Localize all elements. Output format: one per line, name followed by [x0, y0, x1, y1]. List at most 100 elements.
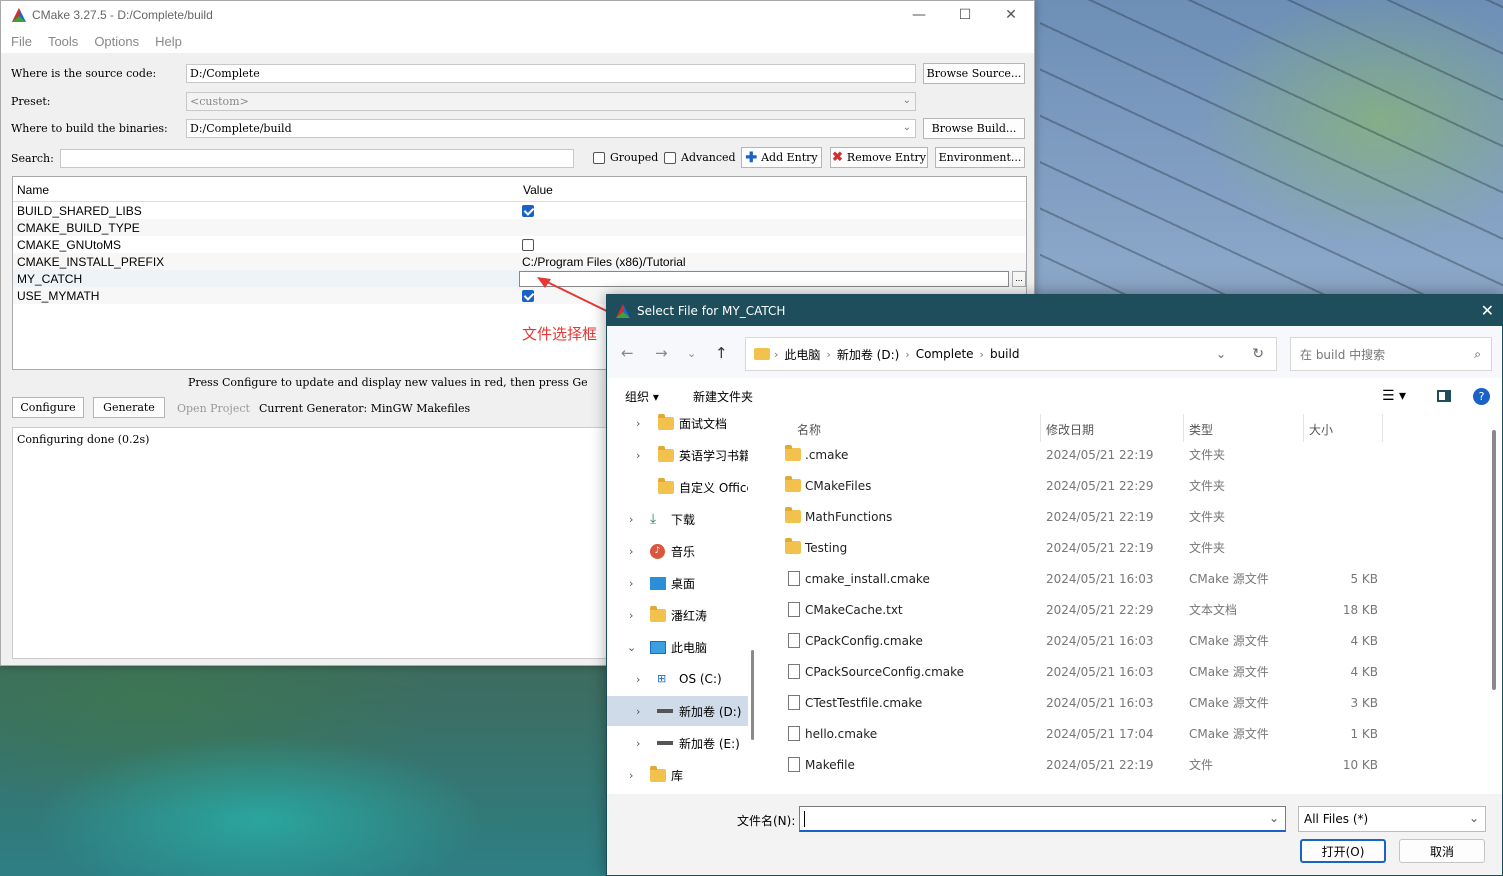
chevron-down-icon[interactable]: ⌄ [1269, 811, 1279, 825]
chevron-right-icon[interactable]: › [629, 609, 633, 622]
refresh-icon[interactable]: ↻ [1252, 346, 1264, 362]
new-folder-button[interactable]: 新建文件夹 [693, 388, 753, 405]
search-box[interactable]: 在 build 中搜索 ⌕ [1290, 337, 1492, 371]
tree-item-custom-office[interactable]: 自定义 Office [607, 472, 748, 502]
tree-item-drive-d[interactable]: › 新加卷 (D:) [607, 696, 748, 726]
build-input[interactable]: D:/Complete/build ⌄ [186, 119, 916, 138]
file-row[interactable]: hello.cmake 2024/05/21 17:04 CMake 源文件 1… [763, 718, 1488, 749]
column-name[interactable]: Name [13, 183, 519, 201]
remove-entry-button[interactable]: ✖ Remove Entry [830, 147, 928, 168]
tree-item-desktop[interactable]: › 桌面 [607, 568, 748, 598]
checkbox-icon[interactable] [664, 151, 676, 164]
open-button[interactable]: 打开(O) [1300, 839, 1386, 863]
help-icon[interactable]: ? [1473, 387, 1490, 405]
table-row[interactable]: CMAKE_GNUtoMS [13, 236, 1026, 253]
browse-file-button[interactable]: ... [1012, 270, 1026, 287]
table-row[interactable]: MY_CATCH ... [13, 270, 1026, 287]
chevron-down-icon[interactable]: ⌄ [1469, 811, 1479, 825]
chevron-right-icon[interactable]: › [629, 577, 633, 590]
chevron-right-icon[interactable]: › [629, 769, 633, 782]
breadcrumb-item[interactable]: 新加卷 (D:) [837, 346, 899, 363]
minimize-button[interactable]: — [896, 1, 942, 29]
column-size[interactable]: 大小 [1309, 421, 1333, 438]
breadcrumb-item[interactable]: Complete [916, 347, 974, 361]
file-row[interactable]: .cmake 2024/05/21 22:19 文件夹 [763, 439, 1488, 470]
organize-button[interactable]: 组织 ▾ [625, 388, 659, 405]
up-arrow-icon[interactable]: ↑ [715, 344, 728, 362]
close-button[interactable]: ✕ [988, 1, 1034, 29]
file-list-scrollbar[interactable] [1492, 430, 1496, 690]
chevron-right-icon[interactable]: › [636, 417, 640, 430]
chevron-right-icon[interactable]: › [636, 673, 640, 686]
menu-options[interactable]: Options [94, 34, 139, 49]
environment-button[interactable]: Environment... [935, 147, 1025, 168]
tree-item-music[interactable]: › ♪ 音乐 [607, 536, 748, 566]
tree-item-user-folder[interactable]: › 潘红涛 [607, 600, 748, 630]
checkbox-icon[interactable] [522, 238, 534, 251]
table-row[interactable]: CMAKE_INSTALL_PREFIX C:/Program Files (x… [13, 253, 1026, 270]
column-date[interactable]: 修改日期 [1046, 421, 1094, 438]
breadcrumb-item[interactable]: build [990, 347, 1020, 361]
generate-button[interactable]: Generate [93, 397, 165, 418]
filename-input[interactable]: ⌄ [799, 806, 1286, 832]
forward-arrow-icon[interactable]: → [655, 344, 668, 362]
file-row[interactable]: CPackConfig.cmake 2024/05/21 16:03 CMake… [763, 625, 1488, 656]
chevron-down-icon[interactable]: ⌄ [1216, 347, 1226, 361]
chevron-down-icon[interactable]: ⌄ [903, 122, 911, 133]
browse-source-button[interactable]: Browse Source... [923, 63, 1025, 84]
column-type[interactable]: 类型 [1189, 421, 1213, 438]
menu-file[interactable]: File [11, 34, 32, 49]
configure-button[interactable]: Configure [12, 397, 84, 418]
chevron-right-icon[interactable]: › [636, 705, 640, 718]
menu-tools[interactable]: Tools [48, 34, 78, 49]
tree-item-drive-c[interactable]: › ⊞ OS (C:) [607, 664, 748, 694]
menu-help[interactable]: Help [155, 34, 182, 49]
table-row[interactable]: CMAKE_BUILD_TYPE [13, 219, 1026, 236]
grouped-checkbox[interactable]: Grouped [593, 151, 658, 164]
checkbox-checked-icon[interactable] [522, 204, 534, 217]
address-bar[interactable]: › 此电脑 › 新加卷 (D:) › Complete › build ⌄ ↻ [745, 337, 1277, 371]
file-row[interactable]: Makefile 2024/05/21 22:19 文件 10 KB [763, 749, 1488, 780]
tree-scrollbar[interactable] [750, 414, 756, 794]
tree-item-this-pc[interactable]: ⌄ 此电脑 [607, 632, 748, 662]
view-menu-icon[interactable]: ☰ ▾ [1382, 388, 1406, 404]
file-row[interactable]: MathFunctions 2024/05/21 22:19 文件夹 [763, 501, 1488, 532]
dialog-title-bar[interactable]: Select File for MY_CATCH ✕ [607, 295, 1502, 326]
file-type-filter[interactable]: All Files (*) ⌄ [1298, 806, 1486, 832]
tree-item-libraries[interactable]: › 库 [607, 760, 748, 790]
file-row[interactable]: CTestTestfile.cmake 2024/05/21 16:03 CMa… [763, 687, 1488, 718]
file-row[interactable]: CMakeCache.txt 2024/05/21 22:29 文本文档 18 … [763, 594, 1488, 625]
file-row[interactable]: Testing 2024/05/21 22:19 文件夹 [763, 532, 1488, 563]
tree-item-drive-e[interactable]: › 新加卷 (E:) [607, 728, 748, 758]
cancel-button[interactable]: 取消 [1399, 839, 1485, 863]
checkbox-icon[interactable] [593, 151, 605, 164]
column-value[interactable]: Value [519, 183, 553, 201]
breadcrumb-item[interactable]: 此电脑 [784, 346, 820, 363]
browse-build-button[interactable]: Browse Build... [923, 118, 1025, 139]
chevron-right-icon[interactable]: › [636, 449, 640, 462]
maximize-button[interactable]: ☐ [942, 1, 988, 29]
search-input[interactable] [60, 149, 574, 168]
title-bar[interactable]: CMake 3.27.5 - D:/Complete/build — ☐ ✕ [1, 1, 1034, 29]
file-row[interactable]: cmake_install.cmake 2024/05/21 16:03 CMa… [763, 563, 1488, 594]
entry-value[interactable]: C:/Program Files (x86)/Tutorial [519, 255, 1026, 269]
chevron-down-icon[interactable]: ⌄ [687, 347, 696, 360]
close-icon[interactable]: ✕ [1481, 301, 1494, 320]
advanced-checkbox[interactable]: Advanced [664, 151, 736, 164]
open-project-button[interactable]: Open Project [177, 402, 250, 415]
source-input[interactable]: D:/Complete [186, 64, 916, 83]
back-arrow-icon[interactable]: ← [621, 344, 634, 362]
chevron-right-icon[interactable]: › [629, 513, 633, 526]
chevron-down-icon[interactable]: ⌄ [627, 641, 636, 654]
file-row[interactable]: CPackSourceConfig.cmake 2024/05/21 16:03… [763, 656, 1488, 687]
preview-pane-icon[interactable] [1437, 390, 1451, 402]
tree-item-english-books[interactable]: › 英语学习书籍 [607, 440, 748, 470]
chevron-right-icon[interactable]: › [636, 737, 640, 750]
add-entry-button[interactable]: ✚ Add Entry [741, 147, 822, 168]
chevron-right-icon[interactable]: › [629, 545, 633, 558]
tree-item-interview-docs[interactable]: › 面试文档 [607, 414, 748, 438]
table-row[interactable]: BUILD_SHARED_LIBS [13, 202, 1026, 219]
column-name[interactable]: 名称 [797, 421, 821, 438]
tree-item-downloads[interactable]: › ⤓ 下载 [607, 504, 748, 534]
file-row[interactable]: CMakeFiles 2024/05/21 22:29 文件夹 [763, 470, 1488, 501]
